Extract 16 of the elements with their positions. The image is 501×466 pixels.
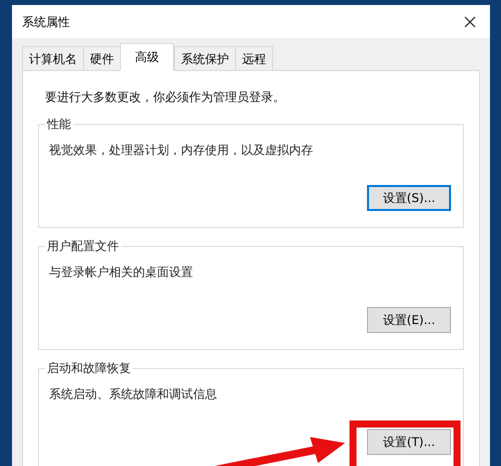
group-description: 视觉效果，处理器计划，内存使用，以及虚拟内存 — [48, 142, 314, 159]
group-title: 性能 — [45, 116, 73, 132]
tab[interactable]: 计算机名 — [22, 46, 84, 70]
settings-button[interactable]: 设置(S)... — [367, 185, 451, 211]
settings-button[interactable]: 设置(E)... — [367, 307, 451, 333]
group-description: 与登录帐户相关的桌面设置 — [48, 264, 194, 281]
notice-text: 要进行大多数更改，你必须作为管理员登录。 — [44, 89, 286, 106]
close-icon[interactable] — [464, 16, 476, 28]
tab[interactable]: 系统保护 — [174, 46, 236, 70]
tab[interactable]: 高级 — [120, 43, 174, 71]
window-title: 系统属性 — [22, 14, 70, 30]
settings-button[interactable]: 设置(T)... — [367, 429, 451, 455]
group-title: 用户配置文件 — [45, 238, 121, 254]
group-description: 系统启动、系统故障和调试信息 — [48, 386, 218, 403]
tab[interactable]: 远程 — [235, 46, 273, 70]
group-title: 启动和故障恢复 — [45, 360, 133, 376]
